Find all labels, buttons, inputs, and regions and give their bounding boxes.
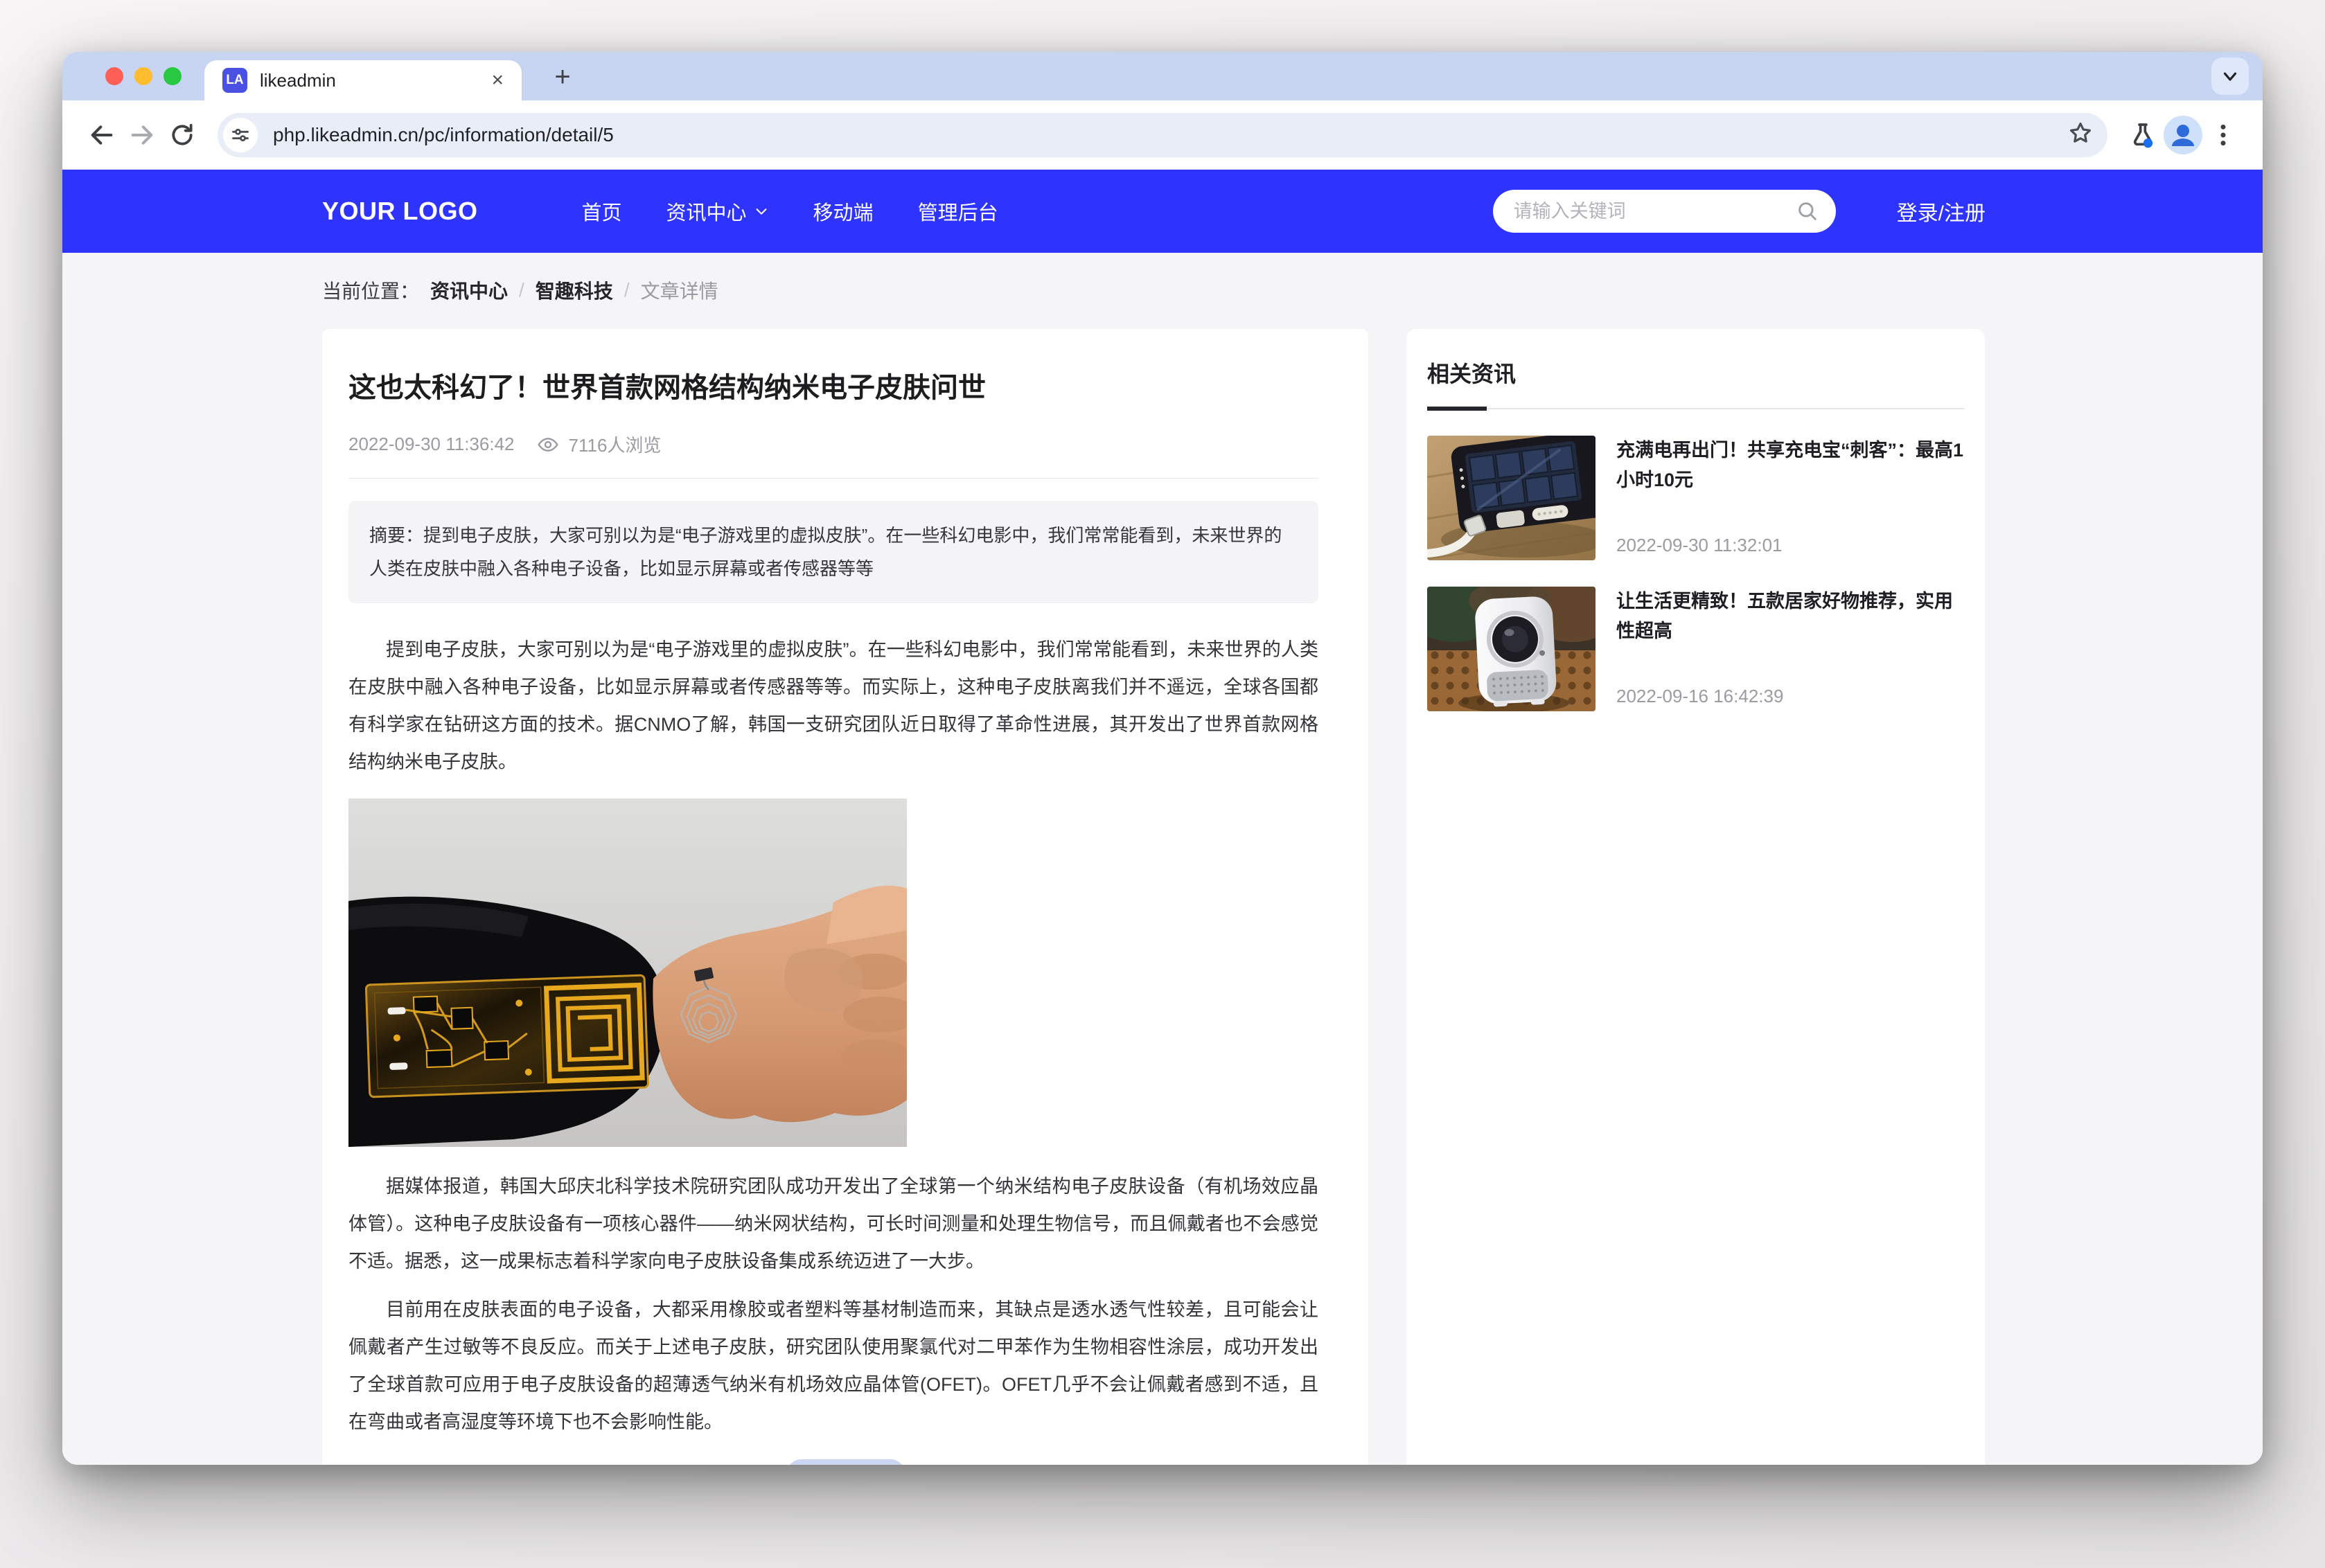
- related-item-title[interactable]: 让生活更精致！五款居家好物推荐，实用性超高: [1616, 587, 1964, 646]
- url-text[interactable]: php.likeadmin.cn/pc/information/detail/5: [273, 124, 614, 146]
- breadcrumb-item-category[interactable]: 智趣科技: [536, 276, 613, 304]
- nav-item-admin[interactable]: 管理后台: [918, 197, 998, 226]
- nav-item-news-center[interactable]: 资讯中心: [666, 197, 769, 226]
- related-thumbnail-projector: [1427, 587, 1595, 711]
- login-register-link[interactable]: 登录/注册: [1897, 196, 1986, 226]
- page-viewport: YOUR LOGO 首页 资讯中心 移动端 管理后台 登录/注册 当前位置： 资…: [62, 170, 2263, 1465]
- site-info-icon[interactable]: [223, 118, 258, 152]
- browser-window: LA likeadmin × + php.likeadmin.cn/pc/inf…: [62, 52, 2263, 1465]
- breadcrumb-item-news-center[interactable]: 资讯中心: [430, 276, 508, 304]
- article-image-electronic-skin: [348, 799, 907, 1147]
- pagination-button[interactable]: [786, 1459, 905, 1465]
- maximize-window-button[interactable]: [163, 67, 182, 85]
- related-item[interactable]: 充满电再出门！共享充电宝“刺客”：最高1小时10元 2022-09-30 11:…: [1427, 436, 1964, 560]
- bookmark-star-icon[interactable]: [2067, 120, 2094, 150]
- address-bar[interactable]: php.likeadmin.cn/pc/information/detail/5: [218, 113, 2107, 157]
- forward-icon[interactable]: [122, 115, 162, 155]
- back-icon[interactable]: [82, 115, 122, 155]
- section-divider: [1427, 407, 1964, 411]
- traffic-lights: [105, 67, 182, 85]
- related-thumbnail-powerbank: [1427, 436, 1595, 560]
- experiments-flask-icon[interactable]: [2123, 115, 2163, 155]
- tab-search-chevron-icon[interactable]: [2211, 57, 2249, 95]
- browser-toolbar: php.likeadmin.cn/pc/information/detail/5: [62, 100, 2263, 170]
- related-news-title: 相关资讯: [1427, 357, 1964, 389]
- article-views: 7116人浏览: [569, 431, 662, 457]
- divider: [348, 478, 1318, 479]
- article-paragraph: 提到电子皮肤，大家可别以为是“电子游戏里的虚拟皮肤”。在一些科幻电影中，我们常常…: [348, 631, 1318, 781]
- site-header: YOUR LOGO 首页 资讯中心 移动端 管理后台 登录/注册: [62, 170, 2263, 253]
- main-nav: 首页 资讯中心 移动端 管理后台: [582, 197, 998, 226]
- related-item-date: 2022-09-30 11:32:01: [1616, 535, 1964, 556]
- tab-close-icon[interactable]: ×: [491, 70, 504, 91]
- related-news-card: 相关资讯: [1406, 329, 1985, 1465]
- article-title: 这也太科幻了！世界首款网格结构纳米电子皮肤问世: [348, 365, 1318, 405]
- minimize-window-button[interactable]: [134, 67, 152, 85]
- article-paragraph: 据媒体报道，韩国大邱庆北科学技术院研究团队成功开发出了全球第一个纳米结构电子皮肤…: [348, 1168, 1318, 1280]
- breadcrumb: 当前位置： 资讯中心 / 智趣科技 / 文章详情: [322, 276, 2263, 304]
- profile-avatar[interactable]: [2163, 115, 2203, 155]
- nav-item-mobile[interactable]: 移动端: [813, 197, 874, 226]
- tab-strip: LA likeadmin × +: [62, 52, 2263, 100]
- site-search: [1493, 190, 1836, 233]
- reload-icon[interactable]: [162, 115, 202, 155]
- chevron-down-icon: [754, 204, 769, 219]
- article-summary: 摘要：提到电子皮肤，大家可别以为是“电子游戏里的虚拟皮肤”。在一些科幻电影中，我…: [348, 501, 1318, 603]
- related-item-date: 2022-09-16 16:42:39: [1616, 686, 1964, 707]
- browser-menu-kebab-icon[interactable]: [2203, 115, 2243, 155]
- site-logo[interactable]: YOUR LOGO: [322, 197, 478, 226]
- browser-tab[interactable]: LA likeadmin ×: [204, 60, 522, 100]
- views-eye-icon: [537, 434, 559, 456]
- tab-title: likeadmin: [260, 70, 336, 91]
- article-paragraph: 目前用在皮肤表面的电子设备，大都采用橡胶或者塑料等基材制造而来，其缺点是透水透气…: [348, 1291, 1318, 1441]
- article-card: 这也太科幻了！世界首款网格结构纳米电子皮肤问世 2022-09-30 11:36…: [322, 329, 1368, 1465]
- related-item-title[interactable]: 充满电再出门！共享充电宝“刺客”：最高1小时10元: [1616, 436, 1964, 495]
- article-date: 2022-09-30 11:36:42: [348, 434, 515, 455]
- close-window-button[interactable]: [105, 67, 123, 85]
- article-meta: 2022-09-30 11:36:42 7116人浏览: [348, 431, 1318, 457]
- tab-favicon: LA: [222, 68, 247, 93]
- nav-item-home[interactable]: 首页: [582, 197, 622, 226]
- search-input[interactable]: [1493, 190, 1836, 233]
- search-icon[interactable]: [1796, 199, 1819, 226]
- related-item[interactable]: 让生活更精致！五款居家好物推荐，实用性超高 2022-09-16 16:42:3…: [1427, 587, 1964, 711]
- new-tab-button[interactable]: +: [547, 62, 578, 92]
- breadcrumb-prefix: 当前位置：: [322, 276, 419, 304]
- breadcrumb-item-current: 文章详情: [641, 276, 718, 304]
